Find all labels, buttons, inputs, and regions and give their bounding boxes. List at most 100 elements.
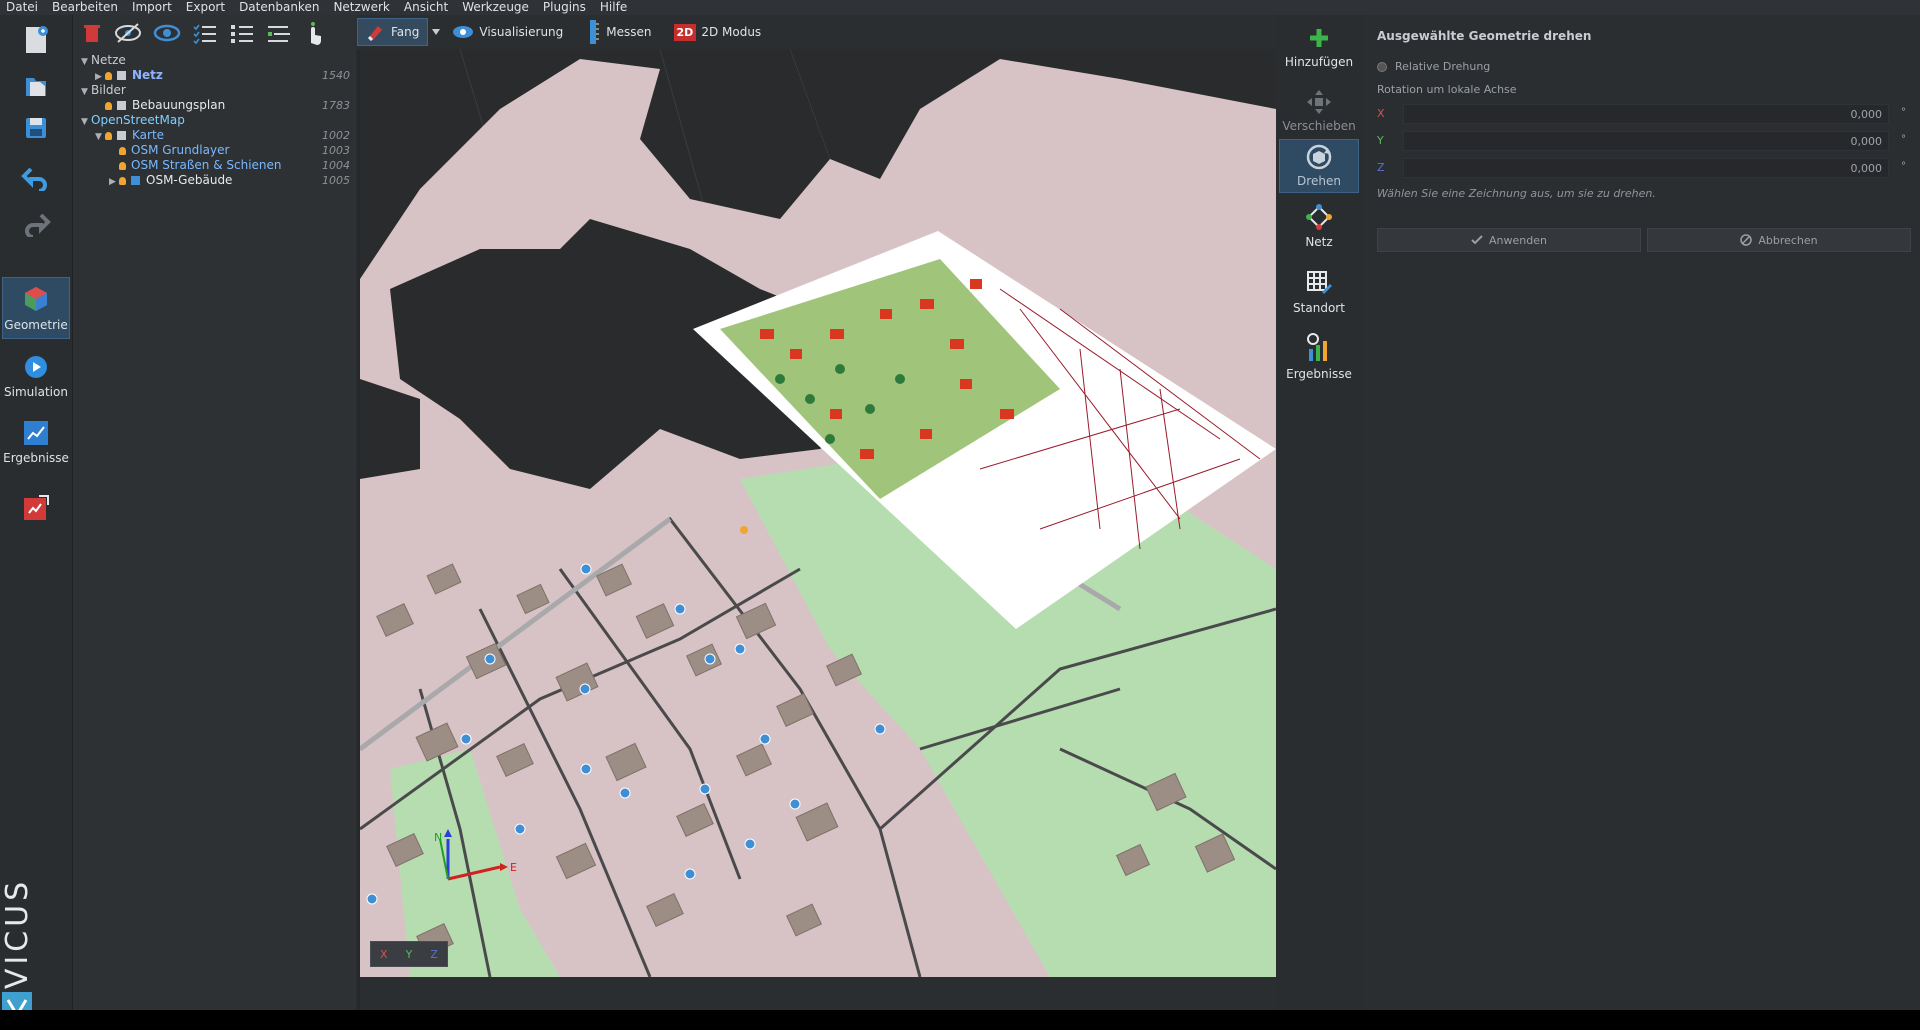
redo-button[interactable] — [4, 201, 68, 247]
tree-item-id: 1002 — [322, 129, 350, 142]
selection-hint: Wählen Sie eine Zeichnung aus, um sie zu… — [1377, 187, 1656, 200]
tree-item-id: 1005 — [322, 174, 350, 187]
mode-simulation[interactable]: Simulation — [2, 343, 70, 405]
visibility-bulb-icon[interactable] — [105, 72, 112, 80]
radio-icon[interactable] — [1377, 61, 1387, 72]
3d-viewport[interactable]: N E — [360, 49, 1276, 977]
menu-item[interactable]: Import — [126, 0, 180, 15]
collapsed-triangle-icon[interactable]: ▶ — [109, 175, 119, 190]
results-button[interactable]: Ergebnisse — [1279, 331, 1359, 385]
menu-item[interactable]: Bearbeiten — [46, 0, 126, 15]
measure-button[interactable]: Messen — [579, 19, 659, 45]
tree-item-label: Bebauungsplan — [132, 98, 226, 112]
y-unit: ° — [1901, 134, 1906, 145]
tree-item[interactable]: ▶ Netz 1540 — [73, 68, 356, 83]
menu-item[interactable]: Datenbanken — [233, 0, 327, 15]
rotation-axis-label: Rotation um lokale Achse — [1377, 83, 1517, 96]
move-geometry-button[interactable]: Verschieben — [1279, 83, 1359, 137]
pointer-select-icon[interactable] — [303, 21, 325, 45]
measure-label: Messen — [606, 25, 652, 39]
new-file-button[interactable] — [4, 17, 68, 63]
check-list-icon[interactable] — [192, 22, 218, 44]
visibility-bulb-icon[interactable] — [119, 147, 126, 155]
relative-rotation-label: Relative Drehung — [1395, 60, 1491, 73]
delete-icon[interactable] — [81, 22, 103, 44]
export-report-icon — [24, 495, 49, 520]
save-icon — [26, 118, 46, 138]
eye-icon — [453, 26, 474, 38]
layer-checkbox-icon[interactable] — [117, 71, 126, 80]
rotation-x-input[interactable] — [1403, 104, 1889, 124]
menu-item[interactable]: Hilfe — [594, 0, 635, 15]
rotate-geometry-button[interactable]: Drehen — [1279, 139, 1359, 193]
menu-item[interactable]: Netzwerk — [327, 0, 397, 15]
origin-marker — [740, 526, 748, 534]
network-icon — [1306, 204, 1332, 230]
tree-item-label: OSM Straßen & Schienen — [131, 158, 282, 172]
layer-checkbox-icon[interactable] — [117, 101, 126, 110]
results-chart-icon — [24, 421, 48, 445]
tree-item[interactable]: ▼ Karte 1002 — [73, 128, 356, 143]
menu-item[interactable]: Plugins — [537, 0, 594, 15]
view-y-button[interactable]: Y — [406, 948, 413, 961]
mode-label: Simulation — [4, 385, 68, 399]
network-button[interactable]: Netz — [1279, 199, 1359, 253]
layer-checkbox-icon[interactable] — [117, 131, 126, 140]
tree-item[interactable]: Bebauungsplan 1783 — [73, 98, 356, 113]
mode-ergebnisse[interactable]: Ergebnisse — [2, 409, 70, 471]
layer-checkbox-icon[interactable] — [131, 176, 140, 185]
tree-item[interactable]: ▼ Netze — [73, 53, 356, 68]
mode-label: Geometrie — [4, 318, 68, 332]
visualization-button[interactable]: Visualisierung — [444, 19, 571, 45]
visibility-bulb-icon[interactable] — [105, 132, 112, 140]
bullet-list-icon[interactable] — [229, 22, 255, 44]
snap-dropdown[interactable] — [428, 19, 444, 45]
rotation-y-input[interactable] — [1403, 131, 1889, 151]
x-unit: ° — [1901, 107, 1906, 118]
menu-item[interactable]: Werkzeuge — [456, 0, 537, 15]
action-label: Verschieben — [1282, 119, 1356, 133]
menu-item[interactable]: Export — [180, 0, 233, 15]
rotate-icon — [1306, 144, 1332, 170]
tree-item[interactable]: ▼ OpenStreetMap — [73, 113, 356, 128]
visibility-bulb-icon[interactable] — [105, 102, 112, 110]
view-x-button[interactable]: X — [380, 948, 388, 961]
scene-canvas[interactable]: N E — [360, 49, 1276, 977]
location-button[interactable]: Standort — [1279, 265, 1359, 319]
open-file-button[interactable] — [4, 63, 68, 109]
save-button[interactable] — [4, 105, 68, 151]
rotation-z-input[interactable] — [1403, 158, 1889, 178]
tree-item-id: 1540 — [322, 69, 350, 82]
tree-item-id: 1003 — [322, 144, 350, 157]
visibility-bulb-icon[interactable] — [119, 177, 126, 185]
tree-item[interactable]: OSM Straßen & Schienen 1004 — [73, 158, 356, 173]
snap-button[interactable]: Fang — [357, 18, 429, 46]
tree-item-id: 1004 — [322, 159, 350, 172]
snap-label: Fang — [391, 25, 420, 39]
tree-collapse-icon[interactable] — [266, 22, 292, 44]
mode-geometrie[interactable]: Geometrie — [2, 277, 70, 339]
2d-mode-button[interactable]: 2D 2D Modus — [666, 19, 770, 45]
view-z-button[interactable]: Z — [430, 948, 438, 961]
visibility-bulb-icon[interactable] — [119, 162, 126, 170]
ruler-icon — [590, 20, 600, 44]
geometry-cube-icon — [25, 287, 47, 311]
cancel-button[interactable]: Abbrechen — [1647, 228, 1911, 252]
tree-item[interactable]: OSM Grundlayer 1003 — [73, 143, 356, 158]
cancel-icon — [1740, 234, 1753, 246]
add-geometry-button[interactable]: Hinzufügen — [1279, 19, 1359, 73]
panel-title: Ausgewählte Geometrie drehen — [1377, 29, 1592, 43]
show-eye-icon[interactable] — [153, 22, 181, 44]
menu-item[interactable]: Ansicht — [398, 0, 456, 15]
tree-item[interactable]: ▶ OSM-Gebäude 1005 — [73, 173, 356, 188]
relative-rotation-option[interactable]: Relative Drehung — [1377, 60, 1490, 73]
export-report-button[interactable] — [4, 485, 68, 531]
hide-eye-icon[interactable] — [114, 22, 142, 44]
tree-item[interactable]: ▼ Bilder — [73, 83, 356, 98]
apply-button[interactable]: Anwenden — [1377, 228, 1641, 252]
redo-icon — [25, 213, 51, 237]
tree-item-label: Netze — [91, 53, 126, 67]
menu-item[interactable]: Datei — [0, 0, 46, 15]
undo-button[interactable] — [4, 155, 68, 201]
tree-item-label: Karte — [132, 128, 165, 142]
